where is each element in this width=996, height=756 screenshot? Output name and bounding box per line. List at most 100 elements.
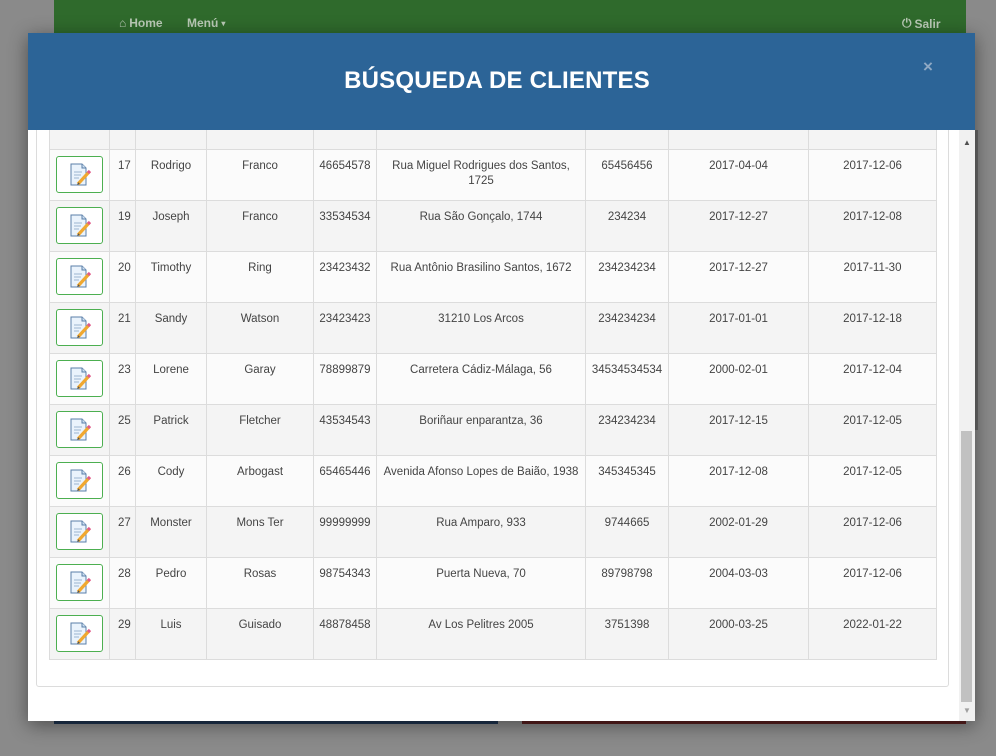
- client-document-cell: 43534543: [313, 404, 377, 456]
- edit-button[interactable]: [56, 615, 103, 652]
- scroll-up-arrow-icon[interactable]: ▲: [963, 138, 971, 147]
- client-lastname-cell: Ring: [206, 251, 314, 303]
- table-row: 29 Luis Guisado 48878458 Av Los Pelitres 200…: [49, 608, 937, 660]
- client-lastname-cell: Mons Ter: [206, 506, 314, 558]
- client-date-cell: 2002-01-29: [668, 506, 809, 558]
- client-phone-cell: 234234234: [585, 404, 669, 456]
- client-lastname-cell: Arbogast: [206, 455, 314, 507]
- edit-document-icon: [70, 469, 91, 492]
- edit-button[interactable]: [56, 564, 103, 601]
- client-id-cell: 21: [109, 302, 136, 354]
- client-date-cell: 2000-02-01: [668, 353, 809, 405]
- clients-table: 17 Rodrigo Franco 46654578 Rua Miguel Rodrig…: [49, 130, 937, 660]
- edit-button[interactable]: [56, 411, 103, 448]
- edit-button[interactable]: [56, 309, 103, 346]
- close-icon[interactable]: ×: [923, 57, 933, 77]
- nav-home-label: Home: [129, 16, 163, 30]
- edit-button[interactable]: [56, 360, 103, 397]
- client-date-cell: 2017-12-27: [668, 251, 809, 303]
- client-date-cell: 2017-12-08: [808, 200, 937, 252]
- edit-document-icon: [70, 418, 91, 441]
- client-date-cell: 2000-03-25: [668, 608, 809, 660]
- client-name-cell: Joseph: [135, 200, 207, 252]
- client-id-cell: 27: [109, 506, 136, 558]
- client-address-cell: Carretera Cádiz-Málaga, 56: [376, 353, 586, 405]
- power-icon: ⏻: [902, 16, 912, 30]
- table-row: 26 Cody Arbogast 65465446 Avenida Afonso Lop…: [49, 455, 937, 507]
- client-lastname-cell: Franco: [206, 149, 314, 201]
- client-address-cell: Avenida Afonso Lopes de Baião, 1938: [376, 455, 586, 507]
- client-lastname-cell: Guisado: [206, 608, 314, 660]
- client-phone-cell: 3751398: [585, 608, 669, 660]
- client-address-cell: Av Los Pelitres 2005: [376, 608, 586, 660]
- table-row: 28 Pedro Rosas 98754343 Puerta Nueva, 70 8979…: [49, 557, 937, 609]
- client-address-cell: Boriñaur enparantza, 36: [376, 404, 586, 456]
- client-date-cell: 2017-12-05: [808, 455, 937, 507]
- client-name-cell: Monster: [135, 506, 207, 558]
- client-name-cell: Rodrigo: [135, 149, 207, 201]
- client-phone-cell: 89798798: [585, 557, 669, 609]
- client-phone-cell: 234234: [585, 200, 669, 252]
- client-date-cell: 2017-01-01: [668, 302, 809, 354]
- client-name-cell: Lorene: [135, 353, 207, 405]
- modal-header: BÚSQUEDA DE CLIENTES ×: [28, 33, 975, 130]
- home-icon: ⌂: [119, 16, 127, 30]
- client-date-cell: 2017-12-27: [668, 200, 809, 252]
- table-row: 27 Monster Mons Ter 99999999 Rua Amparo, 933…: [49, 506, 937, 558]
- edit-document-icon: [70, 214, 91, 237]
- nav-logout-link[interactable]: ⏻ Salir: [902, 16, 941, 31]
- client-name-cell: Timothy: [135, 251, 207, 303]
- client-name-cell: Cody: [135, 455, 207, 507]
- client-lastname-cell: Watson: [206, 302, 314, 354]
- client-date-cell: 2017-12-06: [808, 557, 937, 609]
- client-date-cell: 2017-04-04: [668, 149, 809, 201]
- client-phone-cell: 234234234: [585, 302, 669, 354]
- edit-document-icon: [70, 265, 91, 288]
- client-address-cell: Rua Miguel Rodrigues dos Santos, 1725: [376, 149, 586, 201]
- modal-body: 17 Rodrigo Franco 46654578 Rua Miguel Rodrig…: [28, 130, 959, 721]
- client-address-cell: 31210 Los Arcos: [376, 302, 586, 354]
- client-date-cell: 2017-12-06: [808, 506, 937, 558]
- client-phone-cell: 34534534534: [585, 353, 669, 405]
- scroll-down-arrow-icon[interactable]: ▼: [963, 706, 971, 715]
- table-row: 19 Joseph Franco 33534534 Rua São Gonçalo, 1…: [49, 200, 937, 252]
- scrollbar-thumb[interactable]: [961, 431, 972, 702]
- client-id-cell: 25: [109, 404, 136, 456]
- client-date-cell: 2017-12-04: [808, 353, 937, 405]
- client-id-cell: 29: [109, 608, 136, 660]
- table-row: [49, 130, 937, 150]
- edit-document-icon: [70, 520, 91, 543]
- edit-button[interactable]: [56, 258, 103, 295]
- nav-logout-label: Salir: [914, 16, 941, 31]
- client-document-cell: 78899879: [313, 353, 377, 405]
- client-document-cell: 23423432: [313, 251, 377, 303]
- client-search-modal: BÚSQUEDA DE CLIENTES × 17 Rodrigo Franco…: [28, 33, 975, 721]
- client-name-cell: Pedro: [135, 557, 207, 609]
- edit-button[interactable]: [56, 462, 103, 499]
- table-row: 21 Sandy Watson 23423423 31210 Los Arcos 2342…: [49, 302, 937, 354]
- client-document-cell: 98754343: [313, 557, 377, 609]
- table-row: 25 Patrick Fletcher 43534543 Boriñaur enpara…: [49, 404, 937, 456]
- client-lastname-cell: Garay: [206, 353, 314, 405]
- edit-button[interactable]: [56, 156, 103, 193]
- client-address-cell: Rua Antônio Brasilino Santos, 1672: [376, 251, 586, 303]
- client-date-cell: 2017-12-18: [808, 302, 937, 354]
- client-address-cell: Rua Amparo, 933: [376, 506, 586, 558]
- client-name-cell: Luis: [135, 608, 207, 660]
- edit-document-icon: [70, 316, 91, 339]
- edit-button[interactable]: [56, 207, 103, 244]
- client-date-cell: 2022-01-22: [808, 608, 937, 660]
- caret-down-icon: ▾: [221, 18, 226, 28]
- client-lastname-cell: Rosas: [206, 557, 314, 609]
- modal-scrollbar[interactable]: ▲ ▼: [959, 130, 975, 721]
- nav-menu-dropdown[interactable]: Menú ▾: [187, 16, 225, 30]
- client-document-cell: 99999999: [313, 506, 377, 558]
- nav-home-link[interactable]: ⌂ Home: [119, 16, 163, 30]
- client-lastname-cell: Franco: [206, 200, 314, 252]
- client-document-cell: 33534534: [313, 200, 377, 252]
- client-lastname-cell: Fletcher: [206, 404, 314, 456]
- client-phone-cell: 9744665: [585, 506, 669, 558]
- client-id-cell: 19: [109, 200, 136, 252]
- edit-button[interactable]: [56, 513, 103, 550]
- table-row: 20 Timothy Ring 23423432 Rua Antônio Brasili…: [49, 251, 937, 303]
